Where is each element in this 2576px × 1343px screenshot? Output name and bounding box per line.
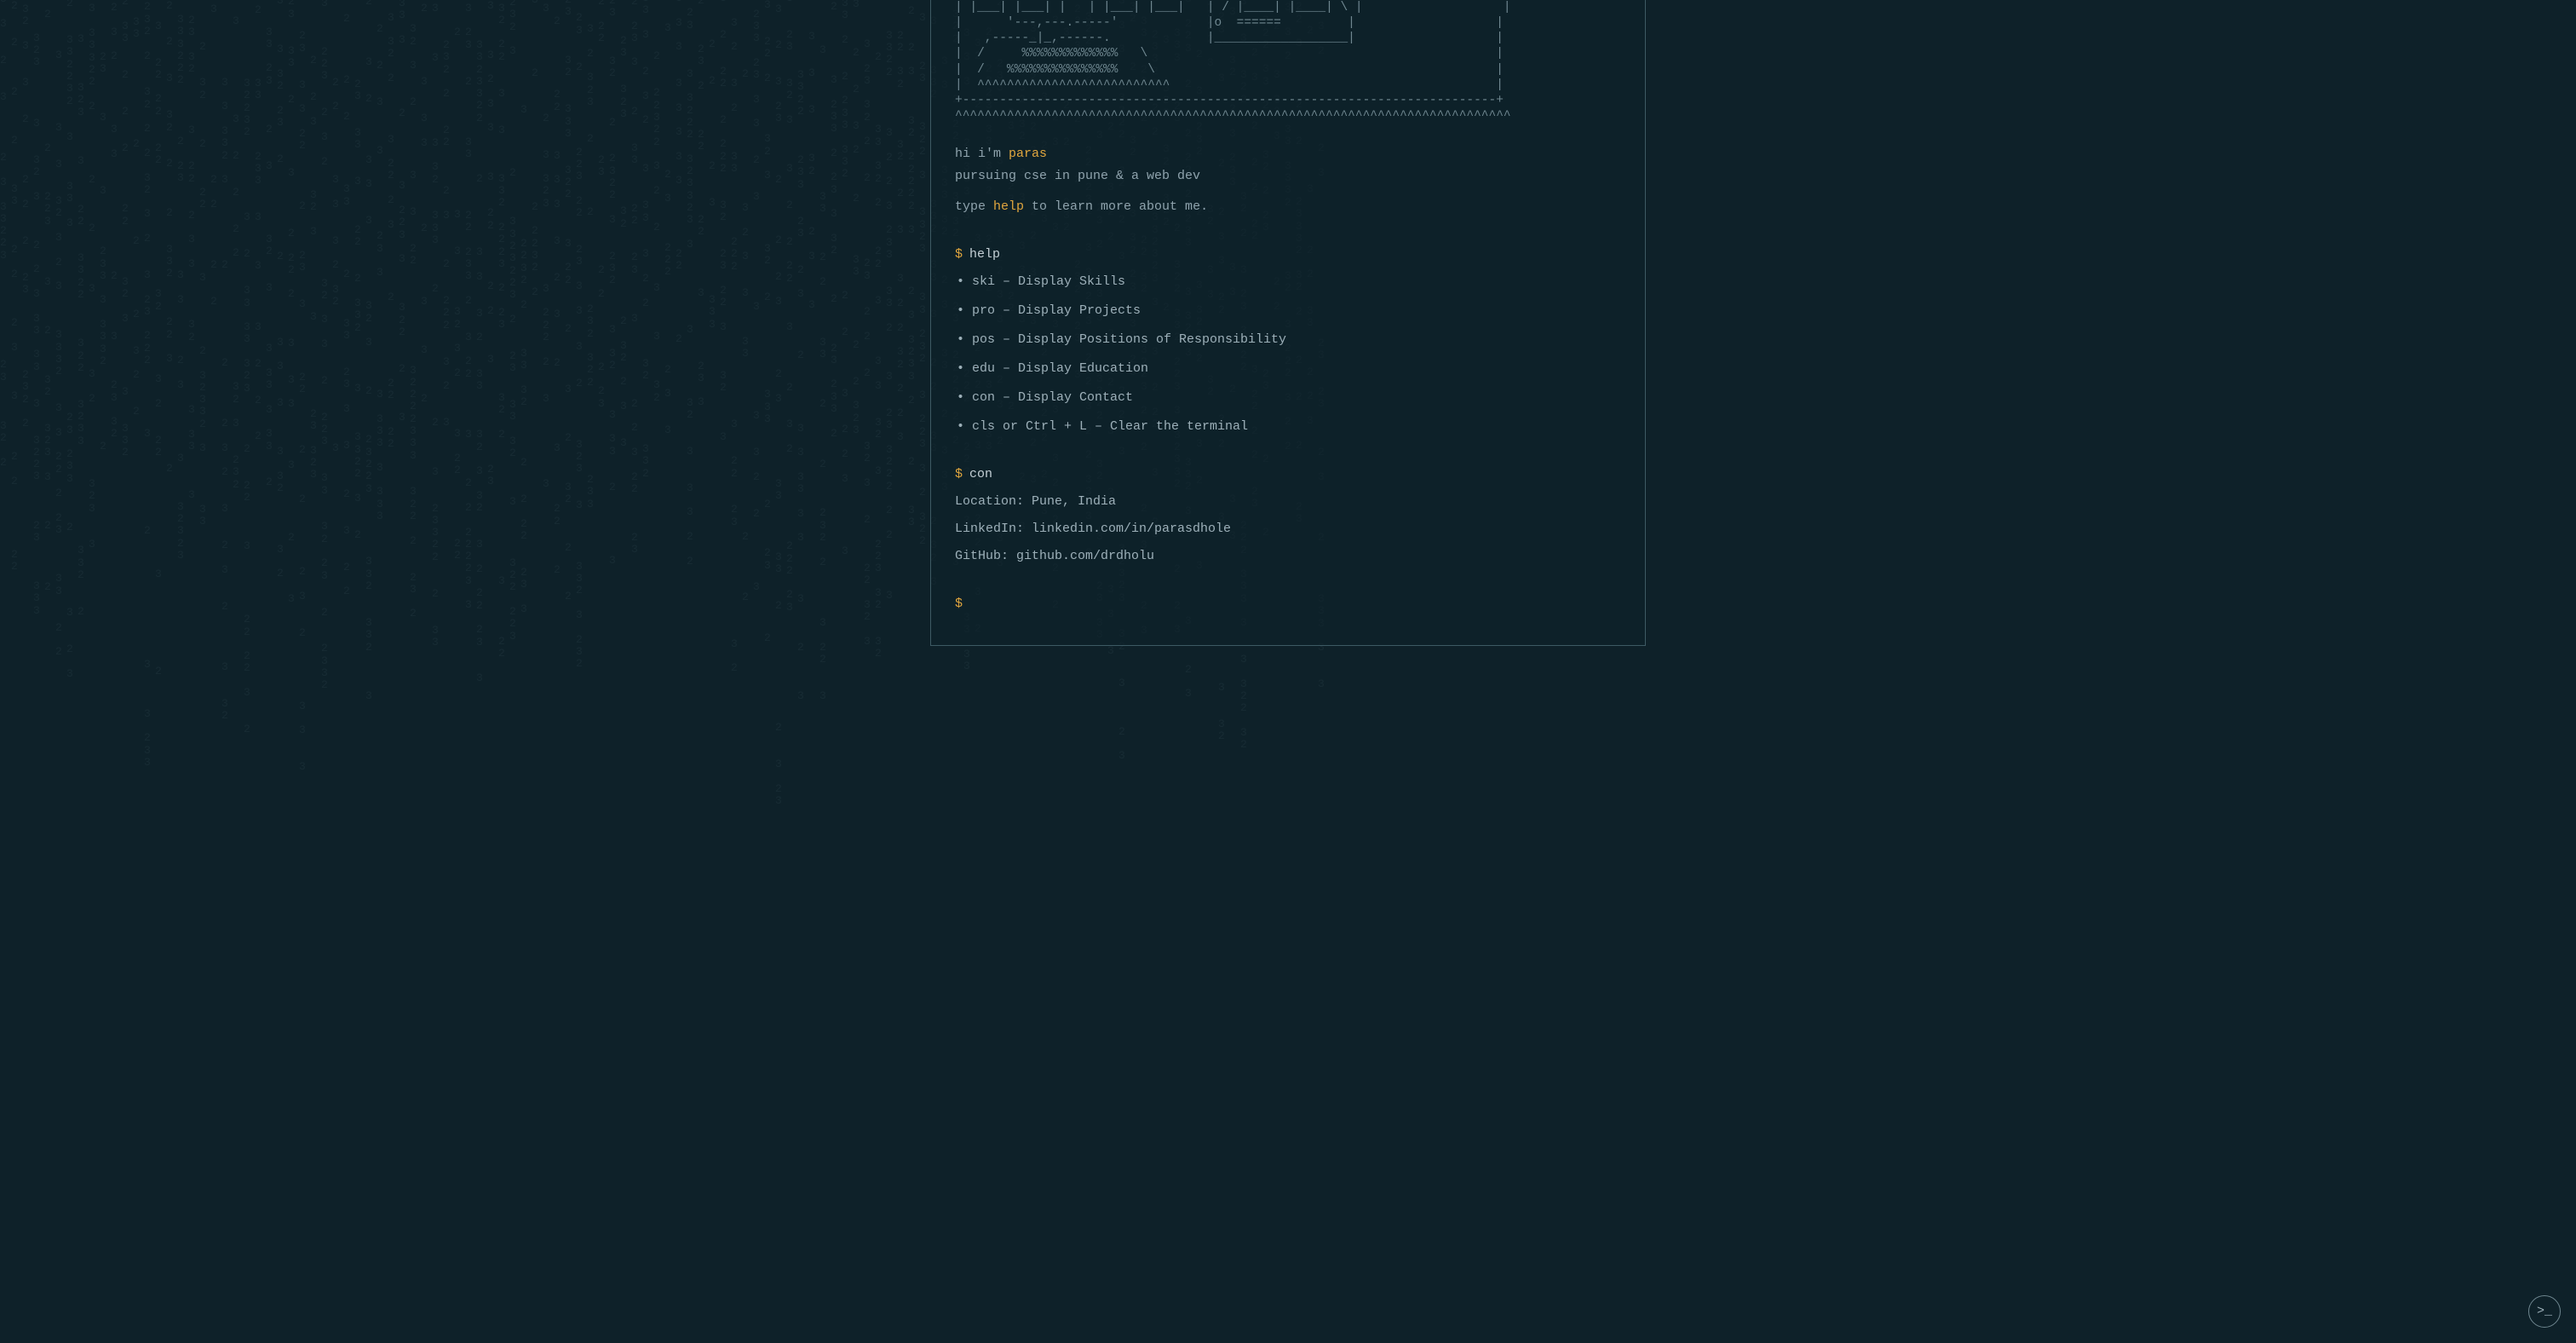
ascii-art-banner: | |___| |___| | | |___| |___| | / |____|… [955,0,1621,124]
help-keyword: help [993,199,1024,214]
con-command-block: $ con Location: Pune, India LinkedIn: lin… [955,464,1621,567]
help-item-con: con – Display Contact [972,388,1621,408]
type-prefix: type [955,199,993,214]
con-prompt-line: $ con [955,464,1621,485]
help-item-ski: ski – Display Skills [972,272,1621,292]
help-item-pro: pro – Display Projects [972,301,1621,321]
intro-name: paras [1009,147,1047,161]
prompt-symbol: $ [955,597,963,611]
terminal-window: | |___| |___| | | |___| |___| | / |____|… [930,0,1646,646]
terminal-toggle-button[interactable]: >_ [2528,1295,2561,1328]
con-cmd-text: con [969,467,992,481]
intro-block: hi i'm paras pursuing cse in pune & a we… [955,144,1621,217]
intro-help-hint: type help to learn more about me. [955,197,1621,217]
prompt-symbol: $ [955,247,963,262]
current-prompt-line[interactable]: $ [955,594,1621,614]
help-item-cls: cls or Ctrl + L – Clear the terminal [972,417,1621,437]
help-prompt-line: $ help [955,245,1621,265]
intro-greeting: hi i'm paras [955,144,1621,164]
intro-prefix: hi i'm [955,147,1009,161]
contact-linkedin: LinkedIn: linkedin.com/in/parasdhole [955,519,1621,539]
help-item-pos: pos – Display Positions of Responsibilit… [972,330,1621,350]
help-list: ski – Display Skills pro – Display Proje… [955,272,1621,437]
prompt-symbol: $ [955,467,963,481]
type-suffix: to learn more about me. [1024,199,1208,214]
help-item-edu: edu – Display Education [972,359,1621,379]
contact-github: GitHub: github.com/drdholu [955,546,1621,567]
contact-location: Location: Pune, India [955,492,1621,512]
help-command-block: $ help ski – Display Skills pro – Display… [955,245,1621,437]
help-cmd-text: help [969,247,1000,262]
terminal-icon: >_ [2537,1301,2552,1322]
intro-subtitle: pursuing cse in pune & a web dev [955,166,1621,187]
